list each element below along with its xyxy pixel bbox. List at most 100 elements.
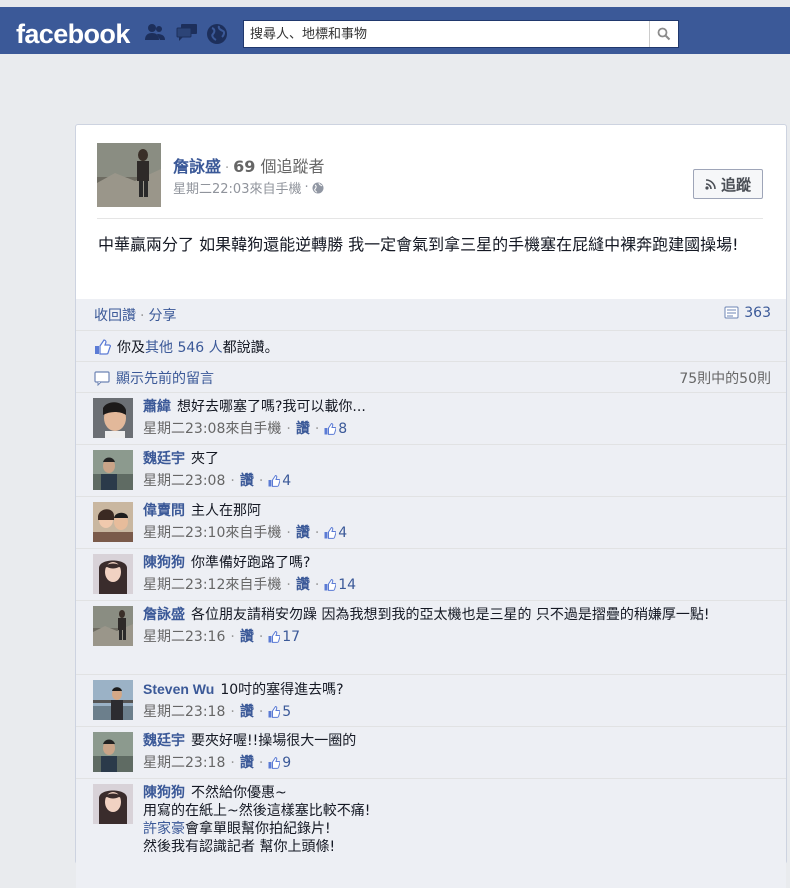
comment-like-count[interactable]: 5	[268, 703, 291, 721]
commenter-avatar[interactable]	[93, 784, 133, 824]
comment-like-value: 4	[282, 473, 292, 489]
share-count-icon	[724, 306, 739, 319]
comment-time[interactable]: 星期二23:18	[143, 703, 225, 721]
comment-text: 主人在那阿	[191, 503, 261, 519]
facebook-logo[interactable]: facebook	[16, 19, 130, 50]
public-globe-icon[interactable]	[312, 182, 324, 194]
separator-dot: ·	[304, 180, 309, 195]
thumbs-up-icon	[268, 757, 281, 769]
comment-like-count[interactable]: 9	[268, 754, 291, 772]
comment-item: 蕭緯 想好去哪塞了嗎?我可以載你... 星期二23:08 來自手機 · 讚 · 8	[76, 392, 786, 444]
comment-time[interactable]: 星期二23:18	[143, 754, 225, 772]
separator-dot: ·	[258, 473, 264, 489]
likes-others-link[interactable]: 其他 546 人	[145, 340, 223, 356]
separator-dot: ·	[140, 308, 145, 324]
likes-suffix: 都說讚。	[222, 340, 279, 356]
comment-like-button[interactable]: 讚	[240, 628, 254, 646]
follow-button[interactable]: 追蹤	[693, 169, 763, 199]
commenter-avatar[interactable]	[93, 398, 133, 438]
comment-text: 10吋的塞得進去嗎?	[220, 682, 344, 698]
comment-text: 想好去哪塞了嗎?我可以載你...	[177, 399, 366, 415]
comment-item: 偉賣問 主人在那阿 星期二23:10 來自手機 · 讚 · 4	[76, 496, 786, 548]
likes-prefix: 你及	[117, 340, 145, 356]
comment-like-button[interactable]: 讚	[296, 576, 310, 594]
comment-text: 要夾好喔!!操場很大一圈的	[191, 733, 357, 749]
friend-requests-icon[interactable]	[144, 23, 166, 41]
comment-like-count[interactable]: 14	[324, 576, 356, 594]
unlike-link[interactable]: 收回讚	[94, 308, 136, 324]
comment-item: 魏廷宇 要夾好喔!!操場很大一圈的 星期二23:18 · 讚 · 9	[76, 726, 786, 778]
commenter-name[interactable]: 詹詠盛	[143, 607, 185, 623]
follower-count[interactable]: 69	[233, 157, 255, 176]
messages-icon[interactable]	[176, 23, 198, 41]
commenter-avatar[interactable]	[93, 680, 133, 720]
commenter-name[interactable]: 陳狗狗	[143, 785, 185, 801]
follower-label[interactable]: 個追蹤者	[261, 157, 325, 176]
thumbs-up-icon	[268, 706, 281, 718]
commenter-avatar[interactable]	[93, 502, 133, 542]
commenter-name[interactable]: Steven Wu	[143, 681, 214, 697]
comment-item: 陳狗狗 不然給你優惠~ 用寫的在紙上~然後這樣塞比較不痛! 許家豪會拿單眼幫你拍紀…	[76, 778, 786, 888]
post-meta: 星期二22:03 來自手機 ·	[173, 178, 324, 197]
post-author-name[interactable]: 詹詠盛	[173, 157, 221, 176]
author-avatar[interactable]	[97, 143, 161, 207]
comment-like-button[interactable]: 讚	[296, 420, 310, 438]
comment-like-count[interactable]: 8	[324, 420, 347, 438]
tagged-friend-link[interactable]: 許家豪	[143, 821, 185, 837]
comment-text-line: 用寫的在紙上~然後這樣塞比較不痛!	[143, 803, 371, 819]
post-timestamp[interactable]: 星期二22:03	[173, 178, 249, 197]
previous-comments-row: 顯示先前的留言 75則中的50則	[76, 361, 786, 392]
comment-like-count[interactable]: 4	[268, 472, 291, 490]
commenter-avatar[interactable]	[93, 606, 133, 646]
comment-like-button[interactable]: 讚	[240, 754, 254, 772]
comment-like-button[interactable]: 讚	[240, 703, 254, 721]
post-text: 中華贏兩分了 如果韓狗還能逆轉勝 我一定會氣到拿三星的手機塞在屁縫中裸奔跑建國操…	[98, 235, 739, 254]
thumbs-up-icon	[324, 527, 337, 539]
comment-source: 來自手機	[225, 577, 282, 593]
comment-source: 來自手機	[225, 421, 282, 437]
show-previous-comments-link[interactable]: 顯示先前的留言	[116, 368, 214, 388]
search-input[interactable]	[244, 21, 649, 47]
commenter-name[interactable]: 偉賣問	[143, 503, 185, 519]
search-icon	[657, 27, 671, 41]
follow-label: 追蹤	[720, 175, 751, 194]
separator-dot: ·	[225, 161, 230, 176]
comment-text: 夾了	[191, 451, 219, 467]
commenter-avatar[interactable]	[93, 450, 133, 490]
comment-time[interactable]: 星期二23:16	[143, 628, 225, 646]
search-box	[243, 20, 679, 48]
comment-item: 魏廷宇 夾了 星期二23:08 · 讚 · 4	[76, 444, 786, 496]
separator-dot: ·	[314, 421, 320, 437]
separator-dot: ·	[286, 577, 291, 593]
share-count-value: 363	[744, 305, 771, 321]
commenter-name[interactable]: 魏廷宇	[143, 733, 185, 749]
separator-dot: ·	[314, 577, 320, 593]
commenter-avatar[interactable]	[93, 554, 133, 594]
comment-like-count[interactable]: 17	[268, 628, 300, 646]
commenter-name[interactable]: 蕭緯	[143, 399, 171, 415]
post-source: 來自手機	[249, 182, 302, 197]
comment-time[interactable]: 星期二23:12	[143, 576, 225, 594]
thumbs-up-icon	[268, 631, 281, 643]
comment-like-count[interactable]: 4	[324, 524, 347, 542]
thumbs-up-icon	[95, 339, 111, 355]
comment-text-line: 然後我有認識記者 幫你上頭條!	[143, 839, 336, 855]
comment-like-button[interactable]: 讚	[296, 524, 310, 542]
share-count[interactable]: 363	[724, 305, 771, 321]
separator-dot: ·	[258, 629, 264, 645]
search-button[interactable]	[649, 21, 678, 47]
post-author-line: 詹詠盛 · 69 個追蹤者	[173, 153, 325, 177]
commenter-name[interactable]: 陳狗狗	[143, 555, 185, 571]
comment-time[interactable]: 星期二23:10	[143, 524, 225, 542]
commenter-avatar[interactable]	[93, 732, 133, 772]
commenter-name[interactable]: 魏廷宇	[143, 451, 185, 467]
actions-row: 收回讚 · 分享 363	[76, 299, 786, 330]
comment-like-button[interactable]: 讚	[240, 472, 254, 490]
comment-time[interactable]: 星期二23:08	[143, 420, 225, 438]
feedback-section: 收回讚 · 分享 363 你及其他 546 人都說讚。 顯示先前的留言 75則中的5…	[76, 299, 786, 888]
comment-time[interactable]: 星期二23:08	[143, 472, 225, 490]
top-bar: facebook	[0, 0, 790, 54]
notifications-globe-icon[interactable]	[206, 23, 228, 44]
comment-page-count: 75則中的50則	[679, 371, 771, 387]
share-link[interactable]: 分享	[148, 308, 176, 324]
